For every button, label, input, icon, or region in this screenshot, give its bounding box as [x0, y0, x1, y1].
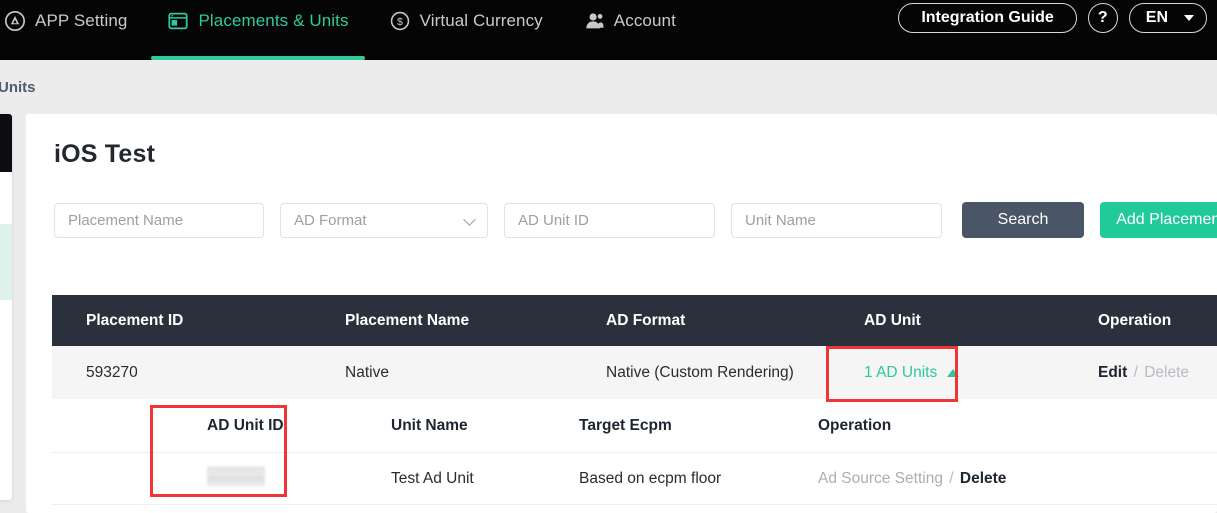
nav-item-app-setting[interactable]: APP Setting: [0, 0, 147, 42]
nav-item-virtual-currency[interactable]: $ Virtual Currency: [369, 0, 563, 42]
ad-units-subtable-header: AD Unit ID Unit Name Target Ecpm Operati…: [52, 399, 1217, 453]
cell-ad-unit-id: [207, 466, 265, 491]
chevron-down-icon: [1184, 15, 1194, 21]
ad-source-setting-link[interactable]: Ad Source Setting: [818, 470, 943, 487]
ad-units-expand-link[interactable]: 1 AD Units: [864, 363, 960, 382]
placements-table-header: Placement ID Placement Name AD Format AD…: [52, 295, 1217, 346]
nav-items-group: APP Setting Placements & Units $ Virtual…: [0, 0, 696, 60]
unit-name-input[interactable]: [731, 202, 942, 238]
cell-unit-name: Test Ad Unit: [391, 469, 474, 487]
column-header-placement-name: Placement Name: [345, 311, 470, 329]
ad-format-select-label: AD Format: [294, 211, 367, 229]
search-button[interactable]: Search: [962, 202, 1084, 238]
svg-text:$: $: [397, 16, 403, 28]
column-header-ad-unit-id: AD Unit ID: [207, 416, 284, 434]
sub-delete-link[interactable]: Delete: [960, 470, 1007, 487]
breadcrumb-units[interactable]: Units: [0, 79, 36, 96]
filter-bar: AD Format Search Add Placement: [54, 202, 1217, 238]
language-selector[interactable]: EN: [1128, 3, 1207, 33]
placements-icon: [168, 12, 189, 30]
column-header-ad-format: AD Format: [606, 311, 686, 329]
nav-item-app-setting-label: APP Setting: [35, 11, 128, 30]
nav-actions-group: Integration Guide ? EN: [898, 3, 1207, 33]
ad-units-subtable-row: Test Ad Unit Based on ecpm floor Ad Sour…: [52, 453, 1217, 505]
column-header-ad-unit: AD Unit: [864, 311, 921, 329]
table-row: 593270 Native Native (Custom Rendering) …: [52, 346, 1217, 399]
cell-operation: Edit / Delete: [1098, 364, 1189, 382]
cell-sub-operation: Ad Source Setting / Delete: [818, 470, 1006, 488]
ad-format-select[interactable]: AD Format: [280, 202, 488, 238]
help-button[interactable]: ?: [1087, 3, 1118, 33]
nav-item-placements-units[interactable]: Placements & Units: [147, 0, 368, 60]
cell-ad-format: Native (Custom Rendering): [606, 363, 794, 381]
add-placement-button[interactable]: Add Placement: [1100, 202, 1217, 238]
sub-operation-separator: /: [949, 469, 954, 487]
main-content-card: iOS Test AD Format Search Add Placement …: [26, 114, 1217, 513]
top-navigation-bar: APP Setting Placements & Units $ Virtual…: [0, 0, 1217, 60]
delete-link[interactable]: Delete: [1144, 364, 1189, 381]
nav-item-placements-units-label: Placements & Units: [198, 11, 349, 30]
integration-guide-button[interactable]: Integration Guide: [898, 3, 1077, 33]
ad-unit-id-input[interactable]: [504, 202, 715, 238]
sidebar-active-item-highlight[interactable]: [0, 224, 12, 300]
app-store-icon: [5, 11, 25, 31]
column-header-unit-name: Unit Name: [391, 416, 468, 434]
column-header-target-ecpm: Target Ecpm: [579, 416, 672, 434]
sidebar-header-block: [0, 114, 12, 172]
page-title: iOS Test: [54, 140, 156, 168]
sidebar-panel: [0, 114, 12, 500]
operation-separator: /: [1133, 363, 1138, 381]
cell-target-ecpm: Based on ecpm floor: [579, 469, 722, 487]
chevron-down-icon: [463, 213, 476, 226]
column-header-placement-id: Placement ID: [86, 311, 184, 329]
column-header-operation: Operation: [1098, 311, 1172, 329]
column-header-sub-operation: Operation: [818, 416, 892, 434]
language-selector-label: EN: [1145, 9, 1168, 26]
placement-name-input[interactable]: [54, 202, 264, 238]
caret-up-icon: [947, 368, 960, 377]
user-icon: [586, 13, 604, 29]
app-root: APP Setting Placements & Units $ Virtual…: [0, 0, 1217, 513]
ad-units-expand-label: 1 AD Units: [864, 363, 938, 381]
edit-link[interactable]: Edit: [1098, 364, 1127, 381]
nav-item-account-label: Account: [613, 11, 676, 30]
redacted-ad-unit-id-value: [207, 466, 265, 486]
cell-placement-id: 593270: [86, 363, 138, 381]
cell-ad-unit: 1 AD Units: [864, 363, 960, 382]
dollar-circle-icon: $: [390, 11, 409, 31]
breadcrumb: Units: [0, 60, 1217, 114]
nav-item-virtual-currency-label: Virtual Currency: [419, 11, 543, 30]
cell-placement-name: Native: [345, 363, 389, 381]
nav-item-account[interactable]: Account: [563, 0, 696, 42]
